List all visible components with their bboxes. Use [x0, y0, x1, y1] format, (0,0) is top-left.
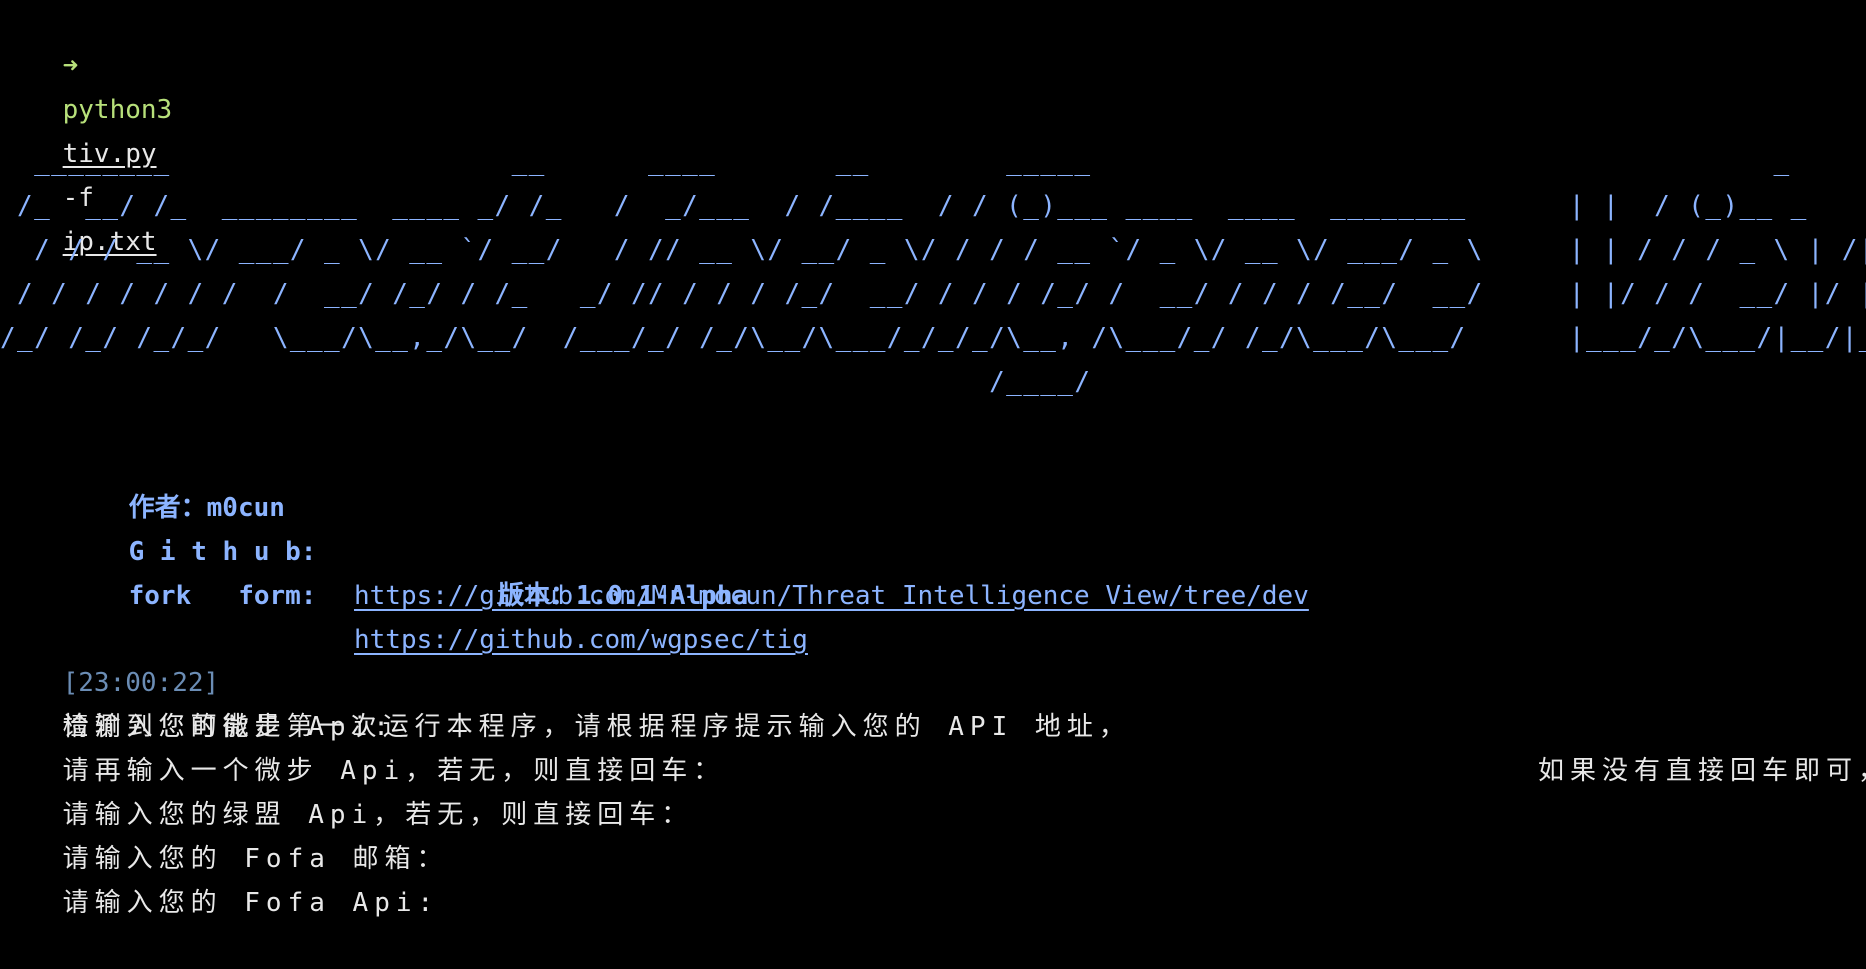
- terminal-window[interactable]: ➜ python3 tiv.py -f ip.txt ________ __ _…: [0, 0, 1866, 918]
- command-line: ➜ python3 tiv.py -f ip.txt: [0, 0, 173, 257]
- prompt-line: 请再输入一个微步 Api，若无，则直接回车：: [0, 705, 725, 786]
- log-message-tail: 如果没有直接回车即可，: [1538, 756, 1866, 786]
- ascii-banner: ________ __ ____ __ _____ _ ___ /_ __/ /…: [0, 147, 1866, 397]
- command-name: python3: [62, 95, 173, 125]
- prompt-line: 请输入您的 Fofa 邮箱：: [0, 793, 449, 874]
- prompt-arrow-icon: ➜: [62, 51, 79, 81]
- prompt-line: 请输入您的微步 Api:: [0, 661, 395, 742]
- prompt-line: 请输入您的绿盟 Api，若无，则直接回车：: [0, 749, 693, 830]
- prompt-fofa-api: 请输入您的 Fofa Api:: [62, 888, 440, 918]
- prompt-line[interactable]: 请输入您的 Fofa Api:: [0, 837, 439, 918]
- log-line: [23:00:22] 检测到您可能是第一次运行本程序，请根据程序提示输入您的 A…: [0, 617, 1866, 786]
- fork-label: fork form:: [128, 581, 317, 611]
